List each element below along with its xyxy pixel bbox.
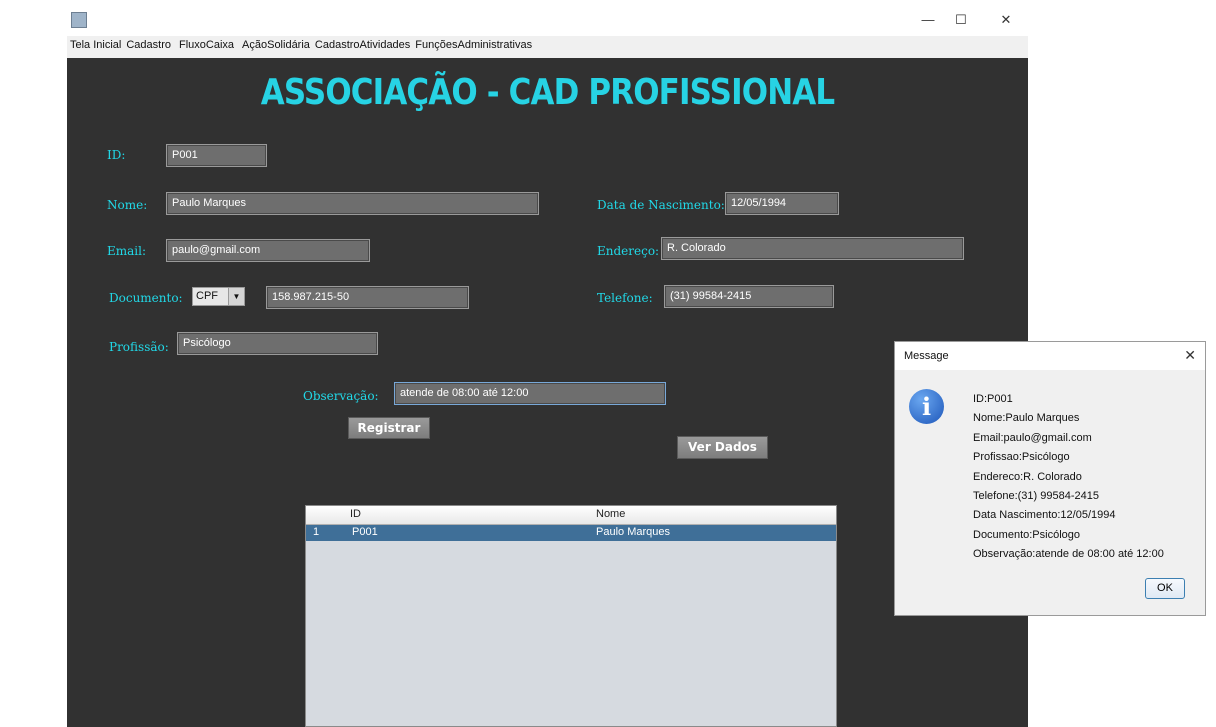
menu-cadastro-atividades[interactable]: CadastroAtividades: [312, 36, 412, 51]
menu-acao-solidaria[interactable]: AçãoSolidária: [236, 36, 312, 51]
message-line: Email:paulo@gmail.com: [973, 431, 1092, 444]
menu-cadastro[interactable]: Cadastro: [123, 36, 173, 51]
endereco-field[interactable]: R. Colorado: [661, 237, 964, 260]
app-window: — ☐ ✕ Tela Inicial Cadastro FluxoCaixa Ação…: [67, 9, 1028, 727]
id-label: ID:: [107, 148, 126, 162]
message-line: Observação:atende de 08:00 até 12:00: [973, 548, 1164, 561]
endereco-label: Endereço:: [597, 244, 660, 258]
table-header: ID Nome: [306, 506, 836, 525]
telefone-field[interactable]: (31) 99584-2415: [664, 285, 834, 308]
maximize-button[interactable]: ☐: [938, 9, 984, 35]
profissao-field[interactable]: Psicólogo: [177, 332, 378, 355]
row-nome: Paulo Marques: [596, 526, 670, 538]
row-number: 1: [313, 526, 320, 538]
message-line: Nome:Paulo Marques: [973, 412, 1080, 425]
message-line: Endereco:R. Colorado: [973, 470, 1082, 483]
telefone-label: Telefone:: [597, 291, 653, 305]
documento-type-select[interactable]: CPF ▼: [192, 287, 245, 306]
message-line: Data Nascimento:12/05/1994: [973, 509, 1116, 522]
documento-label: Documento:: [109, 291, 183, 305]
chevron-down-icon: ▼: [228, 288, 244, 305]
profissao-label: Profissão:: [109, 340, 169, 354]
nome-field[interactable]: Paulo Marques: [166, 192, 539, 215]
data-table[interactable]: ID Nome 1 P001 Paulo Marques: [305, 505, 837, 727]
page-title: ASSOCIAÇÃO - CAD PROFISSIONAL: [260, 72, 835, 113]
nome-label: Nome:: [107, 198, 148, 212]
dialog-title: Message: [904, 350, 949, 362]
close-icon[interactable]: ✕: [1184, 347, 1196, 364]
menu-funcoes-administrativas[interactable]: FunçõesAdministrativas: [412, 36, 534, 51]
nascimento-field[interactable]: 12/05/1994: [725, 192, 839, 215]
email-field[interactable]: paulo@gmail.com: [166, 239, 370, 262]
message-line: Documento:Psicólogo: [973, 528, 1081, 541]
dialog-message: ID:P001 Nome:Paulo Marques Email:paulo@g…: [973, 390, 1164, 565]
documento-type-value: CPF: [196, 290, 218, 302]
close-button[interactable]: ✕: [983, 9, 1029, 35]
observacao-label: Observação:: [303, 389, 379, 403]
email-label: Email:: [107, 244, 147, 258]
dialog-title-bar: Message ✕: [895, 342, 1205, 370]
menu-tela-inicial[interactable]: Tela Inicial: [67, 36, 123, 51]
column-header-nome[interactable]: Nome: [596, 508, 625, 520]
registrar-button[interactable]: Registrar: [348, 417, 430, 439]
nascimento-label: Data de Nascimento:: [597, 198, 725, 212]
ver-dados-button[interactable]: Ver Dados: [677, 436, 768, 459]
column-header-id[interactable]: ID: [350, 508, 361, 520]
message-line: ID:P001: [973, 393, 1013, 405]
ok-button[interactable]: OK: [1145, 578, 1185, 599]
title-bar: — ☐ ✕: [67, 9, 1028, 36]
message-line: Telefone:(31) 99584-2415: [973, 490, 1099, 503]
form-panel: ASSOCIAÇÃO - CAD PROFISSIONAL ID: P001 N…: [67, 58, 1028, 727]
message-line: Profissao:Psicólogo: [973, 451, 1070, 464]
message-dialog: Message ✕ i ID:P001 Nome:Paulo Marques E…: [894, 341, 1206, 616]
menu-bar: Tela Inicial Cadastro FluxoCaixa AçãoSolidá…: [67, 36, 1028, 58]
table-row[interactable]: 1 P001 Paulo Marques: [306, 525, 836, 541]
documento-field[interactable]: 158.987.215-50: [266, 286, 469, 309]
observacao-field[interactable]: atende de 08:00 até 12:00: [394, 382, 666, 405]
row-id: P001: [352, 526, 378, 538]
menu-fluxo-caixa[interactable]: FluxoCaixa: [173, 36, 236, 51]
id-field[interactable]: P001: [166, 144, 267, 167]
app-icon: [71, 12, 87, 28]
info-icon: i: [909, 389, 944, 424]
